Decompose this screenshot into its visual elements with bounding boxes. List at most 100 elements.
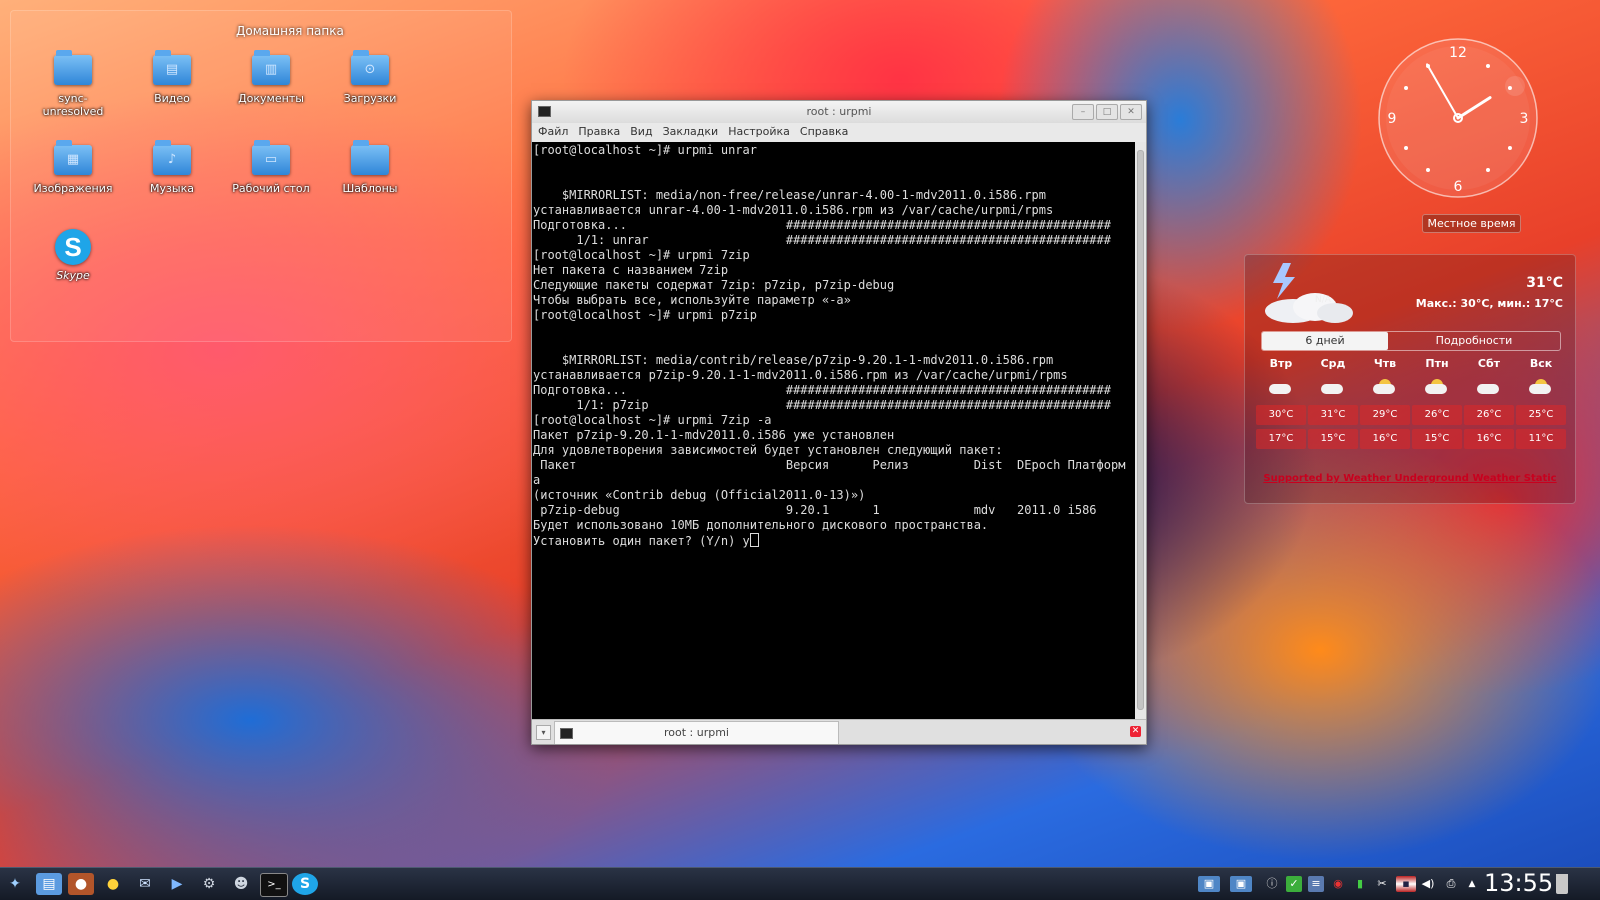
scrollbar-thumb[interactable] <box>1137 150 1144 710</box>
terminal-output[interactable]: [root@localhost ~]# urpmi unrar $MIRRORL… <box>532 142 1135 720</box>
desktop-icon-label: Загрузки <box>343 92 397 105</box>
tab-root-urpmi[interactable]: root : urpmi <box>554 721 839 744</box>
system-settings-icon[interactable]: ⚙ <box>196 873 222 895</box>
current-temperature: 31°C <box>1526 275 1563 291</box>
forecast-low: 16°C <box>1464 429 1514 449</box>
forecast-high: 25°C <box>1516 405 1566 425</box>
desktop-icon-label: Видео <box>154 92 190 105</box>
clock-face: 12 3 6 9 <box>1378 38 1538 198</box>
thunderstorm-icon <box>1265 263 1353 323</box>
cloud-icon <box>1255 373 1307 403</box>
new-tab-button[interactable]: ▾ <box>536 725 551 740</box>
close-button[interactable]: ✕ <box>1120 104 1142 120</box>
clock-label: Местное время <box>1422 214 1521 233</box>
menu-file[interactable]: Файл <box>538 125 568 138</box>
video-folder-icon: ▤ <box>153 50 191 85</box>
templates-folder-icon <box>351 140 389 175</box>
forecast-high: 26°C <box>1464 405 1514 425</box>
firefox-icon[interactable]: ● <box>68 873 94 895</box>
clock-hour-mark <box>1426 167 1430 172</box>
flag-us-icon[interactable]: ▪ <box>1396 876 1416 892</box>
folder-view-title: Домашняя папка <box>236 24 344 38</box>
desktop-icon-documents[interactable]: ▥ Документы <box>226 50 316 105</box>
menu-help[interactable]: Справка <box>800 125 848 138</box>
terminal-cursor <box>749 533 759 547</box>
sun-cloud-icon <box>1411 373 1463 403</box>
mail-icon[interactable]: ✉ <box>132 873 158 895</box>
weather-credit-link[interactable]: Supported by Weather Underground Weather… <box>1245 473 1575 484</box>
desktop-icon-label: Изображения <box>33 182 113 195</box>
trash-icon[interactable] <box>1556 874 1568 894</box>
desktop-icon-skype[interactable]: S Skype <box>28 229 118 282</box>
forecast-high: 29°C <box>1360 405 1410 425</box>
desktop-icon-pictures[interactable]: ▦ Изображения <box>28 140 118 195</box>
forecast-day: Вск <box>1529 357 1553 370</box>
maximize-button[interactable]: □ <box>1096 104 1118 120</box>
forecast-low: 16°C <box>1360 429 1410 449</box>
desktop-icon-sync-unresolved[interactable]: sync- unresolved <box>28 50 118 118</box>
close-tab-button[interactable]: ✕ <box>1130 726 1141 737</box>
menu-edit[interactable]: Правка <box>578 125 620 138</box>
device-notifier-icon[interactable]: ▣ <box>1230 876 1252 892</box>
camera-icon[interactable]: ▣ <box>1198 876 1220 892</box>
volume-icon[interactable]: ◀) <box>1420 876 1436 892</box>
downloads-folder-icon: ⊙ <box>351 50 389 85</box>
desktop-icon-downloads[interactable]: ⊙ Загрузки <box>325 50 415 105</box>
desktop-icon-video[interactable]: ▤ Видео <box>127 50 217 105</box>
forecast-low: 15°C <box>1308 429 1358 449</box>
weather-widget: N/A 31°C Макс.: 30°C, мин.: 17°C 6 дней … <box>1244 254 1576 504</box>
terminal-scrollbar[interactable] <box>1135 142 1146 720</box>
clock-numeral-3: 3 <box>1520 111 1529 127</box>
desktop-icon-templates[interactable]: Шаблоны <box>325 140 415 195</box>
kde-menu-icon[interactable]: ✦ <box>2 873 28 895</box>
clock-numeral-9: 9 <box>1388 111 1397 127</box>
tab-details[interactable]: Подробности <box>1388 332 1560 350</box>
antivirus-icon[interactable]: ◉ <box>1330 876 1346 892</box>
forecast-highs-row: 30°C 31°C 29°C 26°C 26°C 25°C <box>1255 403 1567 427</box>
clock-numeral-6: 6 <box>1454 179 1463 195</box>
clock-hour-mark <box>1404 86 1409 90</box>
desktop-icon-music[interactable]: ♪ Музыка <box>127 140 217 195</box>
desktop-icon-label: Рабочий стол <box>232 182 310 195</box>
file-manager-icon[interactable]: ▤ <box>36 873 62 895</box>
skype-icon[interactable]: S <box>292 873 318 895</box>
forecast-lows-row: 17°C 15°C 16°C 15°C 16°C 11°C <box>1255 427 1567 451</box>
music-folder-icon: ♪ <box>153 140 191 175</box>
tab-label: root : urpmi <box>663 726 729 739</box>
forecast-high: 30°C <box>1256 405 1306 425</box>
menu-view[interactable]: Вид <box>630 125 652 138</box>
folder-icon <box>54 50 92 85</box>
info-icon[interactable]: ⓘ <box>1264 876 1280 892</box>
tab-bar: ▾ root : urpmi ✕ <box>532 719 1146 744</box>
clock-hour-mark <box>1486 64 1490 69</box>
taskbar-clock[interactable]: 13:55 <box>1484 869 1553 897</box>
cloud-icon <box>1463 373 1515 403</box>
printer-icon[interactable]: ⎙ <box>1443 876 1459 892</box>
user-icon[interactable]: ☻ <box>228 873 254 895</box>
forecast-day: Птн <box>1425 357 1449 370</box>
menu-bookmarks[interactable]: Закладки <box>663 125 719 138</box>
tab-6-days[interactable]: 6 дней <box>1262 332 1388 350</box>
battery-icon[interactable]: ▮ <box>1352 876 1368 892</box>
weather-tabs: 6 дней Подробности <box>1261 331 1561 351</box>
forecast-low: 11°C <box>1516 429 1566 449</box>
forecast-low: 17°C <box>1256 429 1306 449</box>
analog-clock-widget: 12 3 6 9 Местное время <box>1377 24 1539 233</box>
sun-cloud-icon <box>1359 373 1411 403</box>
konsole-window[interactable]: root : urpmi – □ ✕ Файл Правка Вид Закладки На… <box>531 100 1147 745</box>
clock-hour-mark <box>1486 167 1490 172</box>
network-icon[interactable]: ≡ <box>1308 876 1324 892</box>
pidgin-icon[interactable]: ● <box>100 873 126 895</box>
desktop-icon-label: Skype <box>56 269 90 282</box>
window-titlebar[interactable]: root : urpmi – □ ✕ <box>532 101 1146 123</box>
minimize-button[interactable]: – <box>1072 104 1094 120</box>
media-player-icon[interactable]: ▶ <box>164 873 190 895</box>
expand-icon[interactable]: ▲ <box>1464 876 1480 892</box>
clipboard-icon[interactable]: ✂ <box>1374 876 1390 892</box>
terminal-icon[interactable]: >_ <box>260 873 288 897</box>
desktop-icon-label: sync- unresolved <box>42 92 104 118</box>
update-icon[interactable]: ✓ <box>1286 876 1302 892</box>
menu-settings[interactable]: Настройка <box>728 125 790 138</box>
desktop-icon-desktop[interactable]: ▭ Рабочий стол <box>226 140 316 195</box>
sun-cloud-icon <box>1515 373 1567 403</box>
